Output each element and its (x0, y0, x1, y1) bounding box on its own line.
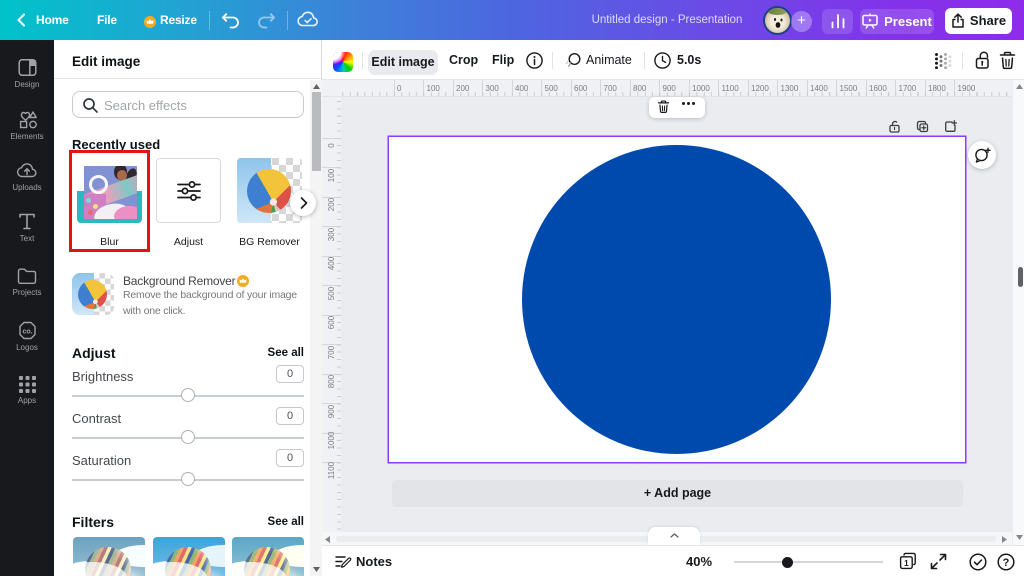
svg-text:?: ? (1003, 557, 1010, 569)
svg-text:co.: co. (22, 329, 32, 336)
svg-text:1: 1 (904, 558, 909, 568)
